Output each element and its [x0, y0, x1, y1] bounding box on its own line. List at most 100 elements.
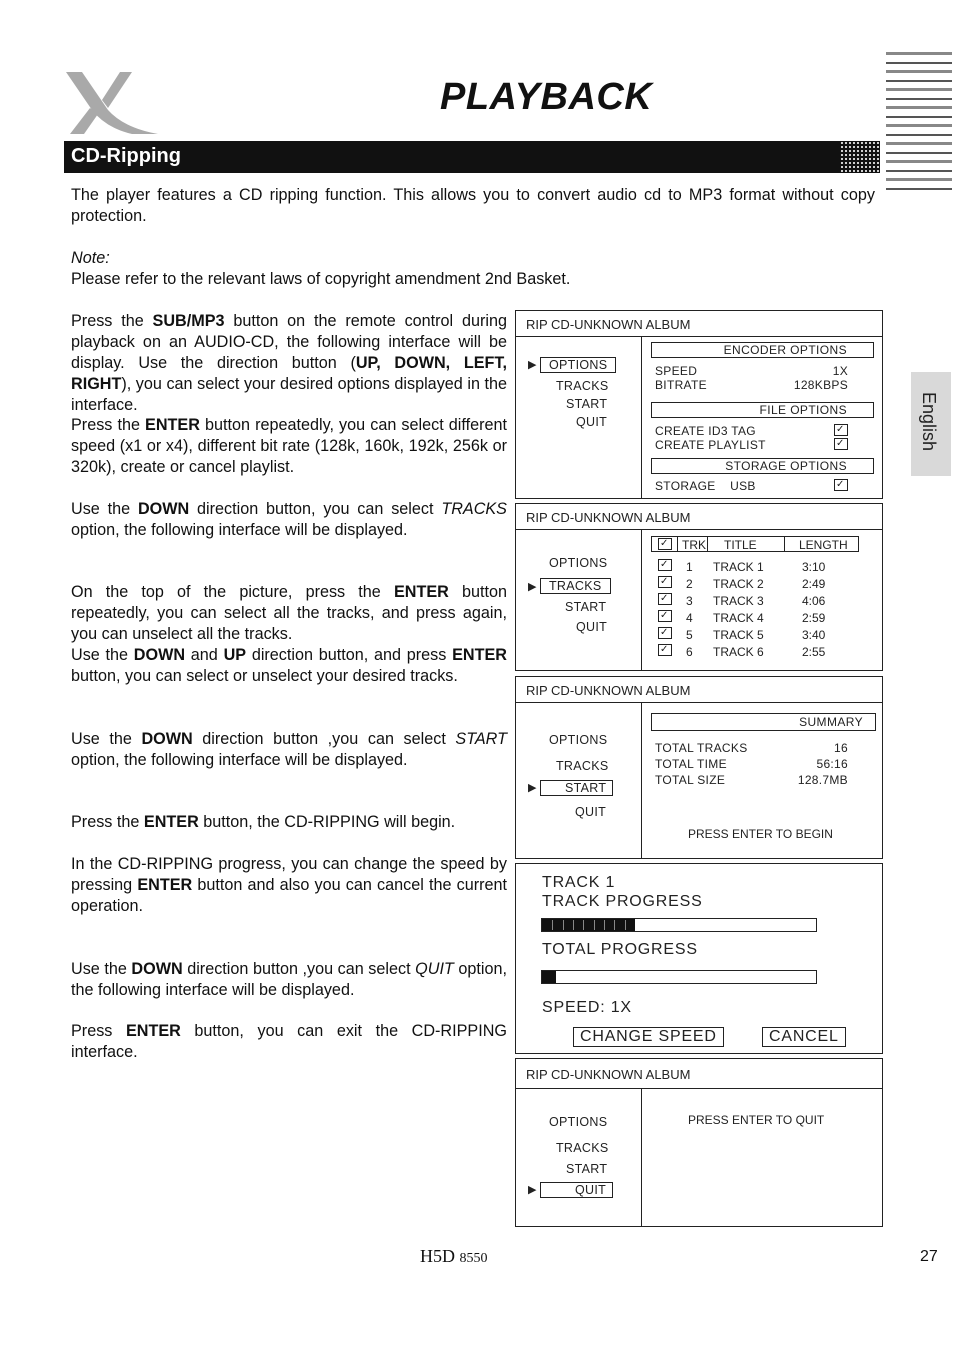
- track-title: TRACK 2: [713, 577, 764, 591]
- progress-segment-divider: [593, 920, 595, 930]
- progress-segment-divider: [604, 920, 606, 930]
- progress-screen: TRACK 1 TRACK PROGRESS TOTAL PROGRESS SP…: [515, 863, 883, 1054]
- track-title: TRACK 1: [713, 560, 764, 574]
- page-title: PLAYBACK: [440, 76, 653, 118]
- paragraph-begin: Press the ENTER button, the CD-RIPPING w…: [71, 813, 456, 831]
- select-all-checkbox[interactable]: [658, 538, 672, 550]
- playlist-row[interactable]: CREATE PLAYLIST: [655, 438, 848, 452]
- track-row[interactable]: 3 TRACK 3 4:06: [651, 593, 861, 609]
- speed-row[interactable]: SPEED 1X: [655, 364, 848, 378]
- track-checkbox[interactable]: [658, 644, 672, 656]
- total-progress-fill: [542, 971, 556, 983]
- total-size-row: TOTAL SIZE 128.7MB: [655, 773, 848, 787]
- options-screen: RIP CD-UNKNOWN ALBUM ▶ OPTIONS TRACKS ST…: [515, 310, 883, 499]
- track-number: 1: [686, 560, 693, 574]
- total-progress-bar: [541, 970, 817, 984]
- menu-item-options[interactable]: OPTIONS: [549, 1115, 607, 1129]
- note-label: Note:: [71, 249, 110, 267]
- menu-item-options[interactable]: OPTIONS: [549, 733, 607, 747]
- language-tab: English: [911, 372, 951, 476]
- column-title: TITLE: [724, 538, 757, 552]
- total-time-row: TOTAL TIME 56:16: [655, 757, 848, 771]
- track-length: 2:55: [802, 645, 826, 659]
- summary-header: SUMMARY: [651, 713, 876, 731]
- track-row[interactable]: 4 TRACK 4 2:59: [651, 610, 861, 626]
- paragraph-exit: Press ENTER button, you can exit the CD-…: [71, 1022, 507, 1061]
- change-speed-button[interactable]: CHANGE SPEED: [573, 1027, 724, 1047]
- track-checkbox[interactable]: [658, 559, 672, 571]
- language-label: English: [919, 392, 939, 452]
- screen-header: RIP CD-UNKNOWN ALBUM: [516, 504, 882, 530]
- storage-row[interactable]: STORAGE USB: [655, 479, 848, 493]
- track-row[interactable]: 2 TRACK 2 2:49: [651, 576, 861, 592]
- track-checkbox[interactable]: [658, 627, 672, 639]
- tracks-table-header: TRK TITLE LENGTH: [651, 536, 859, 552]
- track-progress-fill: [542, 919, 636, 931]
- selection-arrow-icon: ▶: [528, 581, 537, 593]
- progress-segment-divider: [552, 920, 554, 930]
- paragraph-select-tracks: Use the DOWN and UP direction button, an…: [71, 646, 507, 685]
- decorative-stripes: [886, 52, 952, 190]
- track-row[interactable]: 5 TRACK 5 3:40: [651, 627, 861, 643]
- track-number: 3: [686, 594, 693, 608]
- menu-item-tracks[interactable]: TRACKS: [540, 578, 611, 594]
- paragraph-sub-mp3: Press the SUB/MP3 button on the remote c…: [71, 312, 507, 414]
- paragraph-start: Use the DOWN direction button ,you can s…: [71, 730, 507, 769]
- model-name: H5D 8550: [420, 1246, 488, 1266]
- progress-segment-divider: [614, 920, 616, 930]
- track-row[interactable]: 1 TRACK 1 3:10: [651, 559, 861, 575]
- track-length: 3:40: [802, 628, 826, 642]
- track-number: 2: [686, 577, 693, 591]
- menu-item-quit[interactable]: QUIT: [540, 1182, 614, 1198]
- track-number: 6: [686, 645, 693, 659]
- screen-header: RIP CD-UNKNOWN ALBUM: [516, 311, 882, 337]
- track-number: 4: [686, 611, 693, 625]
- speed-readout: SPEED: 1X: [542, 999, 632, 1016]
- section-title: CD-Ripping: [71, 145, 181, 167]
- menu-item-start[interactable]: START: [566, 1162, 607, 1176]
- paragraph-quit: Use the DOWN direction button ,you can s…: [71, 960, 507, 999]
- menu-item-tracks[interactable]: TRACKS: [556, 379, 609, 393]
- section-header: CD-Ripping: [64, 141, 880, 173]
- screen-menu: OPTIONS ▶ TRACKS START QUIT: [516, 530, 642, 670]
- id3-checkbox[interactable]: [834, 424, 848, 436]
- menu-item-quit[interactable]: QUIT: [575, 805, 606, 819]
- track-progress-label: TRACK PROGRESS: [542, 893, 703, 910]
- track-checkbox[interactable]: [658, 593, 672, 605]
- cancel-button[interactable]: CANCEL: [762, 1027, 846, 1047]
- track-length: 4:06: [802, 594, 826, 608]
- track-progress-bar: [541, 918, 817, 932]
- selection-arrow-icon: ▶: [528, 359, 537, 371]
- menu-item-options[interactable]: OPTIONS: [540, 357, 617, 373]
- menu-item-tracks[interactable]: TRACKS: [556, 1141, 609, 1155]
- selection-arrow-icon: ▶: [528, 782, 537, 794]
- selection-arrow-icon: ▶: [528, 1184, 537, 1196]
- menu-item-tracks[interactable]: TRACKS: [556, 759, 609, 773]
- menu-item-quit[interactable]: QUIT: [576, 415, 607, 429]
- page-number: 27: [920, 1248, 938, 1265]
- progress-segment-divider: [624, 920, 626, 930]
- id3-tag-row[interactable]: CREATE ID3 TAG: [655, 424, 848, 438]
- track-checkbox[interactable]: [658, 576, 672, 588]
- menu-item-start[interactable]: START: [565, 600, 606, 614]
- playlist-checkbox[interactable]: [834, 438, 848, 450]
- paragraph-tracks: Use the DOWN direction button, you can s…: [71, 500, 507, 539]
- storage-checkbox[interactable]: [834, 479, 848, 491]
- track-checkbox[interactable]: [658, 610, 672, 622]
- progress-segment-divider: [573, 920, 575, 930]
- track-row[interactable]: 6 TRACK 6 2:55: [651, 644, 861, 660]
- menu-item-start[interactable]: START: [566, 397, 607, 411]
- note-text: Please refer to the relevant laws of cop…: [71, 270, 571, 288]
- screen-menu: OPTIONS TRACKS START ▶ QUIT: [516, 1089, 642, 1226]
- menu-item-start[interactable]: START: [540, 780, 614, 796]
- track-title: TRACK 6: [713, 645, 764, 659]
- bitrate-row[interactable]: BITRATE 128KBPS: [655, 378, 848, 392]
- menu-item-quit[interactable]: QUIT: [576, 620, 607, 634]
- track-title: TRACK 3: [713, 594, 764, 608]
- column-trk: TRK: [682, 538, 706, 552]
- menu-item-options[interactable]: OPTIONS: [549, 556, 607, 570]
- paragraph-enter-options: Press the ENTER button repeatedly, you c…: [71, 416, 507, 476]
- track-length: 2:49: [802, 577, 826, 591]
- screen-header: RIP CD-UNKNOWN ALBUM: [516, 677, 882, 703]
- storage-options-header: STORAGE OPTIONS: [651, 458, 874, 474]
